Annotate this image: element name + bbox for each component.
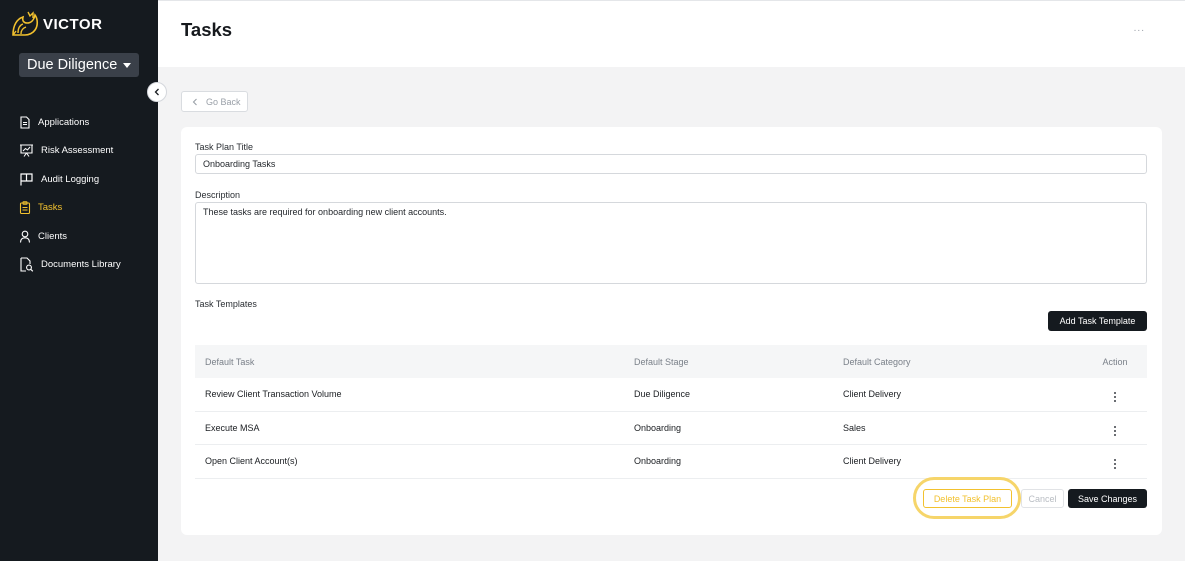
brand-logo[interactable]: VICTOR (10, 11, 102, 37)
category-cell: Client Delivery (843, 456, 902, 467)
column-header-action: Action (1102, 356, 1128, 367)
kebab-menu-icon[interactable] (1114, 459, 1116, 470)
task-plan-title-input[interactable]: Onboarding Tasks (195, 154, 1147, 174)
sidebar-item-label: Audit Logging (41, 173, 100, 185)
go-back-label: Go Back (206, 96, 241, 107)
column-header-default-category[interactable]: Default Category (843, 357, 1083, 367)
sidebar-item-clients[interactable]: Clients (19, 222, 154, 251)
column-header-default-task[interactable]: Default Task (195, 357, 634, 367)
stage-cell: Onboarding (634, 422, 682, 433)
task-templates-table: Default Task Default Stage Default Categ… (195, 345, 1147, 479)
kebab-menu-icon[interactable] (1114, 425, 1116, 436)
clipboard-icon (19, 201, 31, 215)
task-cell: Execute MSA (205, 422, 260, 433)
description-textarea[interactable]: These tasks are required for onboarding … (195, 202, 1147, 284)
add-task-template-button[interactable]: Add Task Template (1048, 311, 1147, 331)
lion-logo-icon (12, 11, 39, 36)
document-search-icon (20, 257, 34, 272)
sidebar-collapse-button[interactable] (147, 82, 167, 102)
page-title: Tasks (181, 19, 233, 40)
sidebar-item-label: Applications (38, 116, 90, 128)
task-cell: Open Client Account(s) (205, 456, 298, 467)
cancel-button[interactable]: Cancel (1021, 489, 1064, 508)
table-header: Default Task Default Stage Default Categ… (195, 345, 1147, 378)
table-row[interactable]: Execute MSA Onboarding Sales (195, 412, 1147, 445)
sidebar-item-applications[interactable]: Applications (19, 108, 154, 137)
workspace-label: Due Diligence (27, 57, 118, 73)
delete-task-plan-button[interactable]: Delete Task Plan (923, 489, 1012, 508)
sidebar-item-label: Clients (38, 230, 68, 242)
page-header: Tasks ... (158, 0, 1185, 67)
save-changes-button[interactable]: Save Changes (1068, 489, 1147, 508)
caret-down-icon (123, 62, 132, 68)
sidebar-nav: Applications Risk Assessment Audit Loggi… (19, 108, 154, 279)
action-cell (1083, 453, 1147, 470)
category-cell: Client Delivery (843, 389, 902, 400)
brand-name: VICTOR (43, 15, 103, 33)
category-cell: Sales (843, 422, 866, 433)
presentation-chart-icon (20, 144, 33, 158)
description-label: Description (195, 190, 241, 200)
kebab-menu-icon[interactable] (1114, 392, 1116, 403)
go-back-button[interactable]: Go Back (181, 91, 248, 112)
task-cell: Review Client Transaction Volume (205, 389, 342, 400)
stage-cell: Onboarding (634, 456, 682, 467)
sidebar-item-audit-logging[interactable]: Audit Logging (19, 165, 154, 194)
task-plan-title-label: Task Plan Title (195, 142, 254, 152)
action-cell (1083, 386, 1147, 403)
task-templates-label: Task Templates (195, 299, 257, 309)
more-options-button[interactable]: ... (1134, 23, 1145, 34)
sidebar: VICTOR Due Diligence Applications Risk A… (0, 0, 158, 561)
chevron-left-icon (154, 88, 159, 96)
task-plan-card: Task Plan Title Onboarding Tasks Descrip… (181, 127, 1162, 535)
sidebar-item-risk-assessment[interactable]: Risk Assessment (19, 137, 154, 166)
action-cell (1083, 420, 1147, 436)
sidebar-item-label: Tasks (38, 202, 63, 214)
table-row[interactable]: Review Client Transaction Volume Due Dil… (195, 378, 1147, 412)
sidebar-item-label: Documents Library (41, 259, 121, 271)
stage-cell: Due Diligence (634, 389, 691, 400)
table-row[interactable]: Open Client Account(s) Onboarding Client… (195, 445, 1147, 479)
user-icon (19, 230, 31, 243)
sidebar-item-documents-library[interactable]: Documents Library (19, 251, 154, 280)
sidebar-item-tasks[interactable]: Tasks (19, 194, 154, 223)
sidebar-item-label: Risk Assessment (41, 145, 114, 157)
chevron-left-icon (192, 98, 197, 105)
flag-icon (20, 173, 33, 186)
workspace-selector[interactable]: Due Diligence (19, 53, 139, 77)
column-header-default-stage[interactable]: Default Stage (634, 357, 843, 367)
document-icon (20, 116, 30, 129)
